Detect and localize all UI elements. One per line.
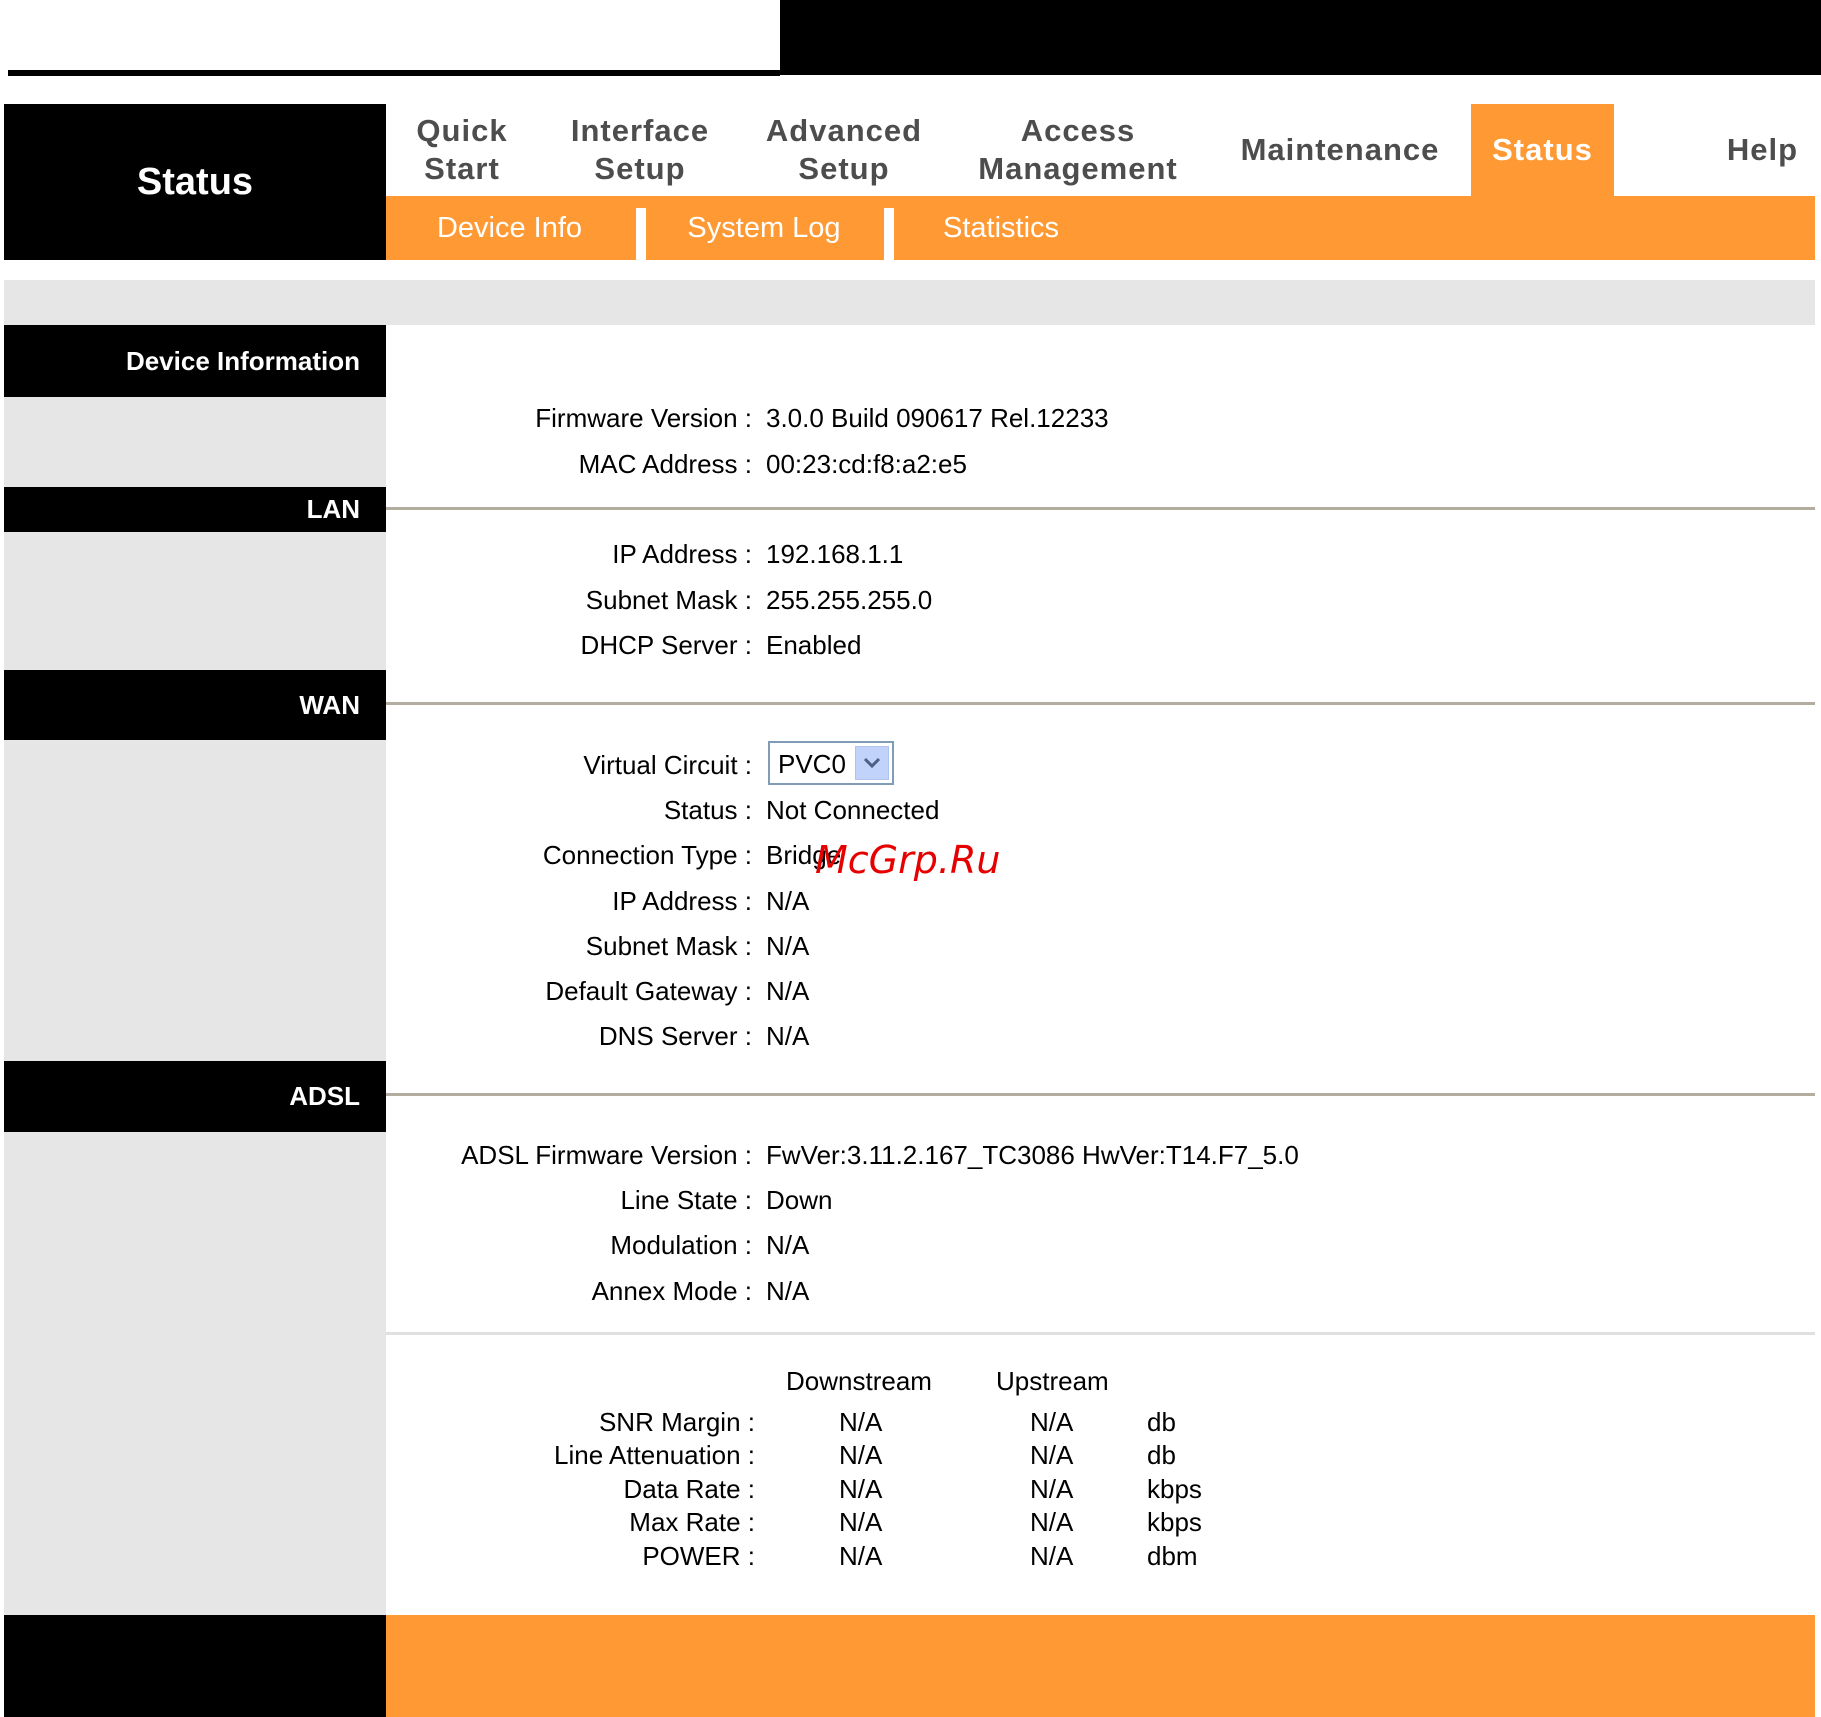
chevron-down-icon[interactable] — [855, 746, 889, 780]
snr-down: N/A — [839, 1407, 883, 1437]
max-rate-label: Max Rate : — [629, 1507, 755, 1537]
annex-mode-value: N/A — [766, 1276, 810, 1306]
brand-title: Status — [4, 104, 386, 260]
section-adsl: ADSL — [4, 1061, 386, 1132]
lan-ip-value: 192.168.1.1 — [766, 539, 904, 569]
annex-mode-label: Annex Mode : — [591, 1276, 752, 1306]
mac-value: 00:23:cd:f8:a2:e5 — [766, 449, 967, 479]
subtab-separator — [884, 208, 894, 260]
downstream-header: Downstream — [786, 1366, 932, 1396]
nav-label: Advanced Setup — [765, 113, 923, 186]
snr-unit: db — [1147, 1407, 1176, 1437]
max-rate-down: N/A — [839, 1507, 883, 1537]
firmware-label: Firmware Version : — [535, 403, 752, 433]
data-rate-label: Data Rate : — [623, 1474, 755, 1504]
line-state-value: Down — [766, 1185, 833, 1215]
firmware-value: 3.0.0 Build 090617 Rel.12233 — [766, 403, 1109, 433]
modulation-label: Modulation : — [610, 1230, 752, 1260]
nav-maintenance[interactable]: Maintenance — [1230, 104, 1450, 196]
snr-margin-label: SNR Margin : — [598, 1407, 755, 1437]
lan-ip-label: IP Address : — [612, 539, 752, 569]
gateway-label: Default Gateway : — [545, 976, 752, 1006]
line-attenuation-label: Line Attenuation : — [554, 1440, 755, 1470]
nav-quick-start[interactable]: Quick Start — [386, 104, 538, 196]
wan-status-value: Not Connected — [766, 795, 940, 825]
top-rule — [8, 70, 780, 76]
nav-label: Interface Setup — [570, 113, 710, 186]
power-down: N/A — [839, 1541, 883, 1571]
nav-label: Quick Start — [416, 113, 508, 186]
snr-up: N/A — [1030, 1407, 1074, 1437]
nav-status[interactable]: Status — [1471, 104, 1614, 196]
subtab-system-log[interactable]: System Log — [646, 196, 882, 260]
subtab-statistics[interactable]: Statistics — [894, 196, 1108, 260]
power-label: POWER : — [642, 1541, 755, 1571]
subtab-separator — [636, 208, 646, 260]
max-rate-up: N/A — [1030, 1507, 1074, 1537]
adsl-firmware-value: FwVer:3.11.2.167_TC3086 HwVer:T14.F7_5.0 — [766, 1140, 1299, 1170]
dns-label: DNS Server : — [598, 1021, 752, 1051]
dhcp-label: DHCP Server : — [580, 630, 752, 660]
wan-ip-value: N/A — [766, 886, 810, 916]
section-lan: LAN — [4, 487, 386, 532]
top-banner — [780, 0, 1821, 75]
adsl-firmware-label: ADSL Firmware Version : — [461, 1140, 752, 1170]
attenuation-down: N/A — [839, 1440, 883, 1470]
attenuation-unit: db — [1147, 1440, 1176, 1470]
nav-label: Status — [1492, 132, 1593, 167]
wan-status-label: Status : — [663, 795, 752, 825]
upstream-header: Upstream — [996, 1366, 1109, 1396]
data-rate-down: N/A — [839, 1474, 883, 1504]
dns-value: N/A — [766, 1021, 810, 1051]
nav-access-management[interactable]: Access Management — [966, 104, 1190, 196]
gateway-value: N/A — [766, 976, 810, 1006]
gray-band — [4, 280, 1815, 325]
section-divider — [386, 702, 1815, 705]
subtab-device-info[interactable]: Device Info — [386, 196, 633, 260]
section-device-information: Device Information — [4, 325, 386, 397]
modulation-value: N/A — [766, 1230, 810, 1260]
virtual-circuit-select[interactable]: PVC0 — [768, 741, 894, 785]
table-divider — [386, 1332, 1815, 1335]
data-rate-up: N/A — [1030, 1474, 1074, 1504]
power-unit: dbm — [1147, 1541, 1198, 1571]
virtual-circuit-selected: PVC0 — [778, 749, 846, 779]
footer-left — [4, 1615, 386, 1717]
power-up: N/A — [1030, 1541, 1074, 1571]
nav-label: Access Management — [978, 113, 1178, 186]
virtual-circuit-label: Virtual Circuit : — [583, 750, 752, 780]
lan-mask-label: Subnet Mask : — [585, 585, 752, 615]
attenuation-up: N/A — [1030, 1440, 1074, 1470]
data-rate-unit: kbps — [1147, 1474, 1202, 1504]
nav-advanced-setup[interactable]: Advanced Setup — [756, 104, 932, 196]
max-rate-unit: kbps — [1147, 1507, 1202, 1537]
connection-type-label: Connection Type : — [542, 840, 752, 870]
section-divider — [386, 1093, 1815, 1096]
dhcp-value: Enabled — [766, 630, 862, 660]
lan-mask-value: 255.255.255.0 — [766, 585, 933, 615]
footer-right — [386, 1615, 1815, 1717]
wan-mask-label: Subnet Mask : — [585, 931, 752, 961]
nav-label: Help — [1726, 132, 1799, 167]
watermark: McGrp.Ru — [815, 838, 1001, 882]
mac-label: MAC Address : — [578, 449, 752, 479]
nav-interface-setup[interactable]: Interface Setup — [558, 104, 722, 196]
line-state-label: Line State : — [620, 1185, 752, 1215]
wan-ip-label: IP Address : — [612, 886, 752, 916]
nav-label: Maintenance — [1240, 132, 1440, 167]
section-wan: WAN — [4, 670, 386, 740]
nav-help[interactable]: Help — [1710, 104, 1815, 196]
wan-mask-value: N/A — [766, 931, 810, 961]
section-divider — [386, 507, 1815, 510]
